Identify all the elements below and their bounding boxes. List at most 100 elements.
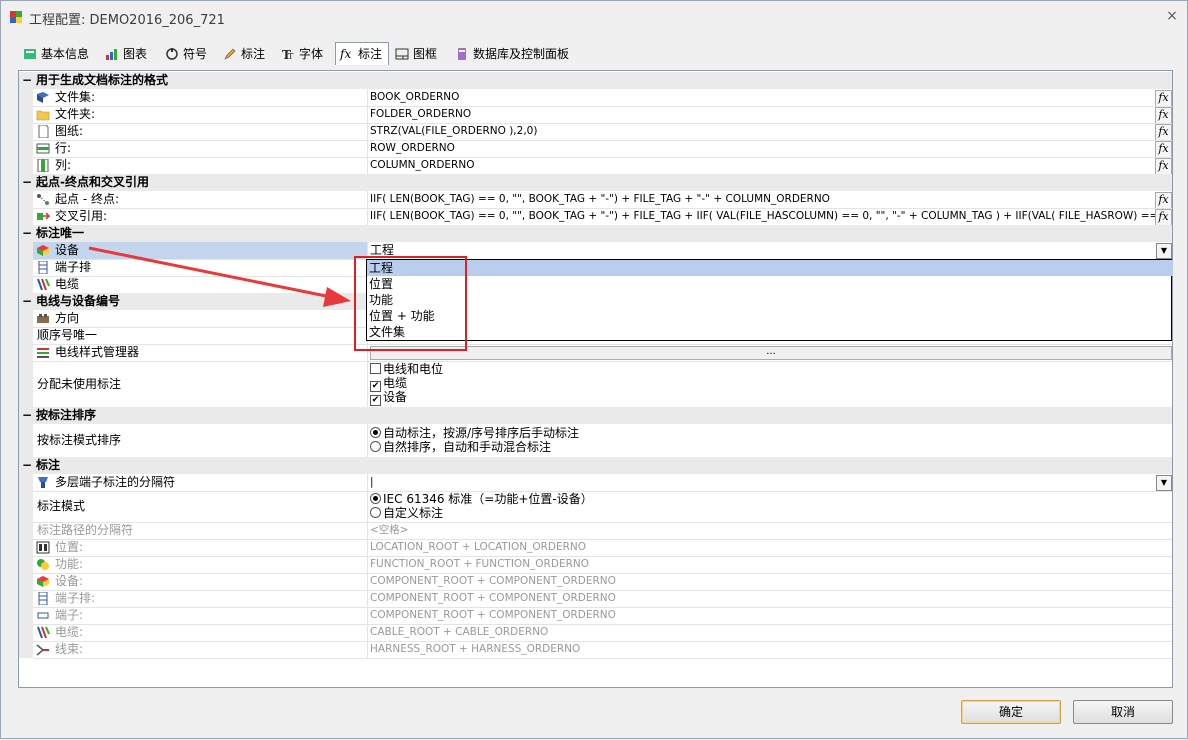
checkbox-wire-potential[interactable]: 电线和电位 [370, 363, 443, 376]
device-unique-dropdown-list: 工程 位置 功能 位置 + 功能 文件集 [366, 259, 1173, 341]
row-terminal-root: 端子: COMPONENT_ROOT + COMPONENT_ORDERNO [19, 607, 1172, 625]
section-doc-format[interactable]: − 用于生成文档标注的格式 [19, 72, 1172, 89]
formula-button[interactable]: fx [1155, 158, 1172, 174]
dropdown-option-project[interactable]: 工程 [367, 260, 1173, 276]
function-icon [37, 559, 49, 570]
book-value[interactable]: BOOK_ORDERNO fx [367, 89, 1172, 107]
row-column: 列: COLUMN_ORDERNO fx [19, 157, 1172, 175]
app-icon [10, 11, 22, 23]
device-icon [37, 245, 49, 256]
row-path-sep: 标注路径的分隔符 <空格> [19, 522, 1172, 540]
row-cable-root: 电缆: CABLE_ROOT + CABLE_ORDERNO [19, 624, 1172, 642]
folder-value[interactable]: FOLDER_ORDERNO fx [367, 106, 1172, 124]
direction-icon [37, 314, 49, 323]
tab-symbols[interactable]: 符号 [161, 43, 213, 65]
xref-value[interactable]: IIF( LEN(BOOK_TAG) == 0, "", BOOK_TAG + … [367, 208, 1172, 226]
formula-button[interactable]: fx [1155, 192, 1172, 208]
drawing-value[interactable]: STRZ(VAL(FILE_ORDERNO ),2,0) fx [367, 123, 1172, 141]
dropdown-option-location-function[interactable]: 位置 + 功能 [367, 308, 1173, 324]
row-wire-style: 电线样式管理器... [19, 344, 1172, 362]
row-function: 功能: FUNCTION_ROOT + FUNCTION_ORDERNO [19, 556, 1172, 574]
formula-button[interactable]: fx [1155, 209, 1172, 225]
tab-tagging[interactable]: fx 标注 [335, 42, 390, 65]
wire-style-icon [37, 348, 49, 358]
folder-icon [36, 110, 50, 121]
dropdown-option-function[interactable]: 功能 [367, 292, 1173, 308]
function-value: FUNCTION_ROOT + FUNCTION_ORDERNO [367, 556, 1172, 574]
from-to-icon [37, 194, 49, 205]
location-icon [36, 541, 50, 554]
dropdown-option-location[interactable]: 位置 [367, 276, 1173, 292]
assign-unused-options: 电线和电位 ✔ 电缆 ✔ 设备 [367, 361, 1172, 408]
multilevel-terminal-icon [38, 477, 48, 488]
section-title: 起点-终点和交叉引用 [36, 175, 149, 189]
formula-button[interactable]: fx [1155, 90, 1172, 106]
dropdown-arrow-icon[interactable]: ▼ [1156, 243, 1172, 259]
formula-button[interactable]: fx [1155, 107, 1172, 123]
row-value[interactable]: ROW_ORDERNO fx [367, 140, 1172, 158]
dropdown-option-book[interactable]: 文件集 [367, 324, 1173, 340]
cable-root-value: CABLE_ROOT + CABLE_ORDERNO [367, 624, 1172, 642]
strip-root-value: COMPONENT_ROOT + COMPONENT_ORDERNO [367, 590, 1172, 608]
section-title: 标注唯一 [36, 226, 85, 240]
section-from-to-xref[interactable]: − 起点-终点和交叉引用 [19, 174, 1172, 191]
multi-sep-select[interactable]: | ▼ [367, 474, 1172, 492]
section-title: 电线与设备编号 [36, 294, 121, 308]
cable-icon [37, 278, 50, 291]
window-title: 工程配置: DEMO2016_206_721 [29, 13, 225, 28]
row-xref: 交叉引用: IIF( LEN(BOOK_TAG) == 0, "", BOOK_T… [19, 208, 1172, 226]
row-strip-root: 端子排: COMPONENT_ROOT + COMPONENT_ORDERNO [19, 590, 1172, 608]
harness-root-value: HARNESS_ROOT + HARNESS_ORDERNO [367, 641, 1172, 659]
tab-database-panel[interactable]: 数据库及控制面板 [451, 43, 575, 65]
tab-charts[interactable]: 图表 [101, 43, 153, 65]
radio-auto-sort[interactable]: 自动标注，按源/序号排序后手动标注 [370, 427, 579, 440]
row-harness-root: 线束: HARNESS_ROOT + HARNESS_ORDERNO [19, 641, 1172, 659]
terminal-root-value: COMPONENT_ROOT + COMPONENT_ORDERNO [367, 607, 1172, 625]
dropdown-arrow-icon[interactable]: ▼ [1156, 475, 1172, 491]
row-book: 文件集: BOOK_ORDERNO fx [19, 89, 1172, 107]
terminal-strip-icon [38, 592, 48, 605]
row-icon [36, 143, 50, 154]
device-icon [37, 576, 49, 587]
project-config-dialog: 工程配置: DEMO2016_206_721 × 基本信息 图表 符号 标注 T… [0, 0, 1188, 739]
formula-button[interactable]: fx [1155, 141, 1172, 157]
row-folder: 文件夹: FOLDER_ORDERNO fx [19, 106, 1172, 124]
cancel-button[interactable]: 取消 [1073, 700, 1173, 724]
path-sep-value: <空格> [367, 522, 1172, 540]
section-sort-by-tag[interactable]: − 按标注排序 [19, 407, 1172, 424]
harness-icon [36, 644, 49, 656]
formula-button[interactable]: fx [1155, 124, 1172, 140]
row-tag-mode: 标注模式 IEC 61346 标准（=功能+位置-设备） 自定义标注 [19, 491, 1172, 523]
row-drawing: 图纸: STRZ(VAL(FILE_ORDERNO ),2,0) fx [19, 123, 1172, 141]
tab-basic-info[interactable]: 基本信息 [19, 43, 95, 65]
device-unique-select[interactable]: 工程 ▼ [367, 242, 1172, 260]
row-from-to: 起点 - 终点: IIF( LEN(BOOK_TAG) == 0, "", BO… [19, 191, 1172, 209]
radio-custom-tag[interactable]: 自定义标注 [370, 507, 443, 520]
row-device[interactable]: 设备 工程 ▼ [19, 242, 1172, 260]
page-icon [38, 125, 49, 138]
section-tag-unique[interactable]: − 标注唯一 [19, 225, 1172, 242]
svg-text:T: T [288, 52, 294, 61]
cable-icon [37, 626, 50, 639]
database-icon [458, 48, 466, 60]
symbol-icon [166, 48, 178, 60]
ok-button[interactable]: 确定 [961, 700, 1061, 724]
tab-fonts[interactable]: T T 字体 [277, 43, 329, 65]
tab-frames[interactable]: 图框 [391, 43, 443, 65]
radio-natural-sort[interactable]: 自然排序，自动和手动混合标注 [370, 441, 551, 454]
section-title: 用于生成文档标注的格式 [36, 73, 169, 87]
tab-annotation[interactable]: 标注 [219, 43, 271, 65]
column-value[interactable]: COLUMN_ORDERNO fx [367, 157, 1172, 175]
terminal-strip-icon [38, 261, 48, 274]
sort-mode-options: 自动标注，按源/序号排序后手动标注 自然排序，自动和手动混合标注 [367, 424, 1172, 458]
wire-style-button[interactable]: ... [370, 346, 1172, 360]
row-device-root: 设备: COMPONENT_ROOT + COMPONENT_ORDERNO [19, 573, 1172, 591]
basic-info-icon [24, 49, 36, 59]
radio-iec-61346[interactable]: IEC 61346 标准（=功能+位置-设备） [370, 493, 593, 506]
close-icon[interactable]: × [1163, 7, 1181, 25]
location-value: LOCATION_ROOT + LOCATION_ORDERNO [367, 539, 1172, 557]
row-location: 位置: LOCATION_ROOT + LOCATION_ORDERNO [19, 539, 1172, 557]
section-tag[interactable]: − 标注 [19, 457, 1172, 474]
checkbox-device[interactable]: ✔ 设备 [370, 391, 407, 406]
from-to-value[interactable]: IIF( LEN(BOOK_TAG) == 0, "", BOOK_TAG + … [367, 191, 1172, 209]
